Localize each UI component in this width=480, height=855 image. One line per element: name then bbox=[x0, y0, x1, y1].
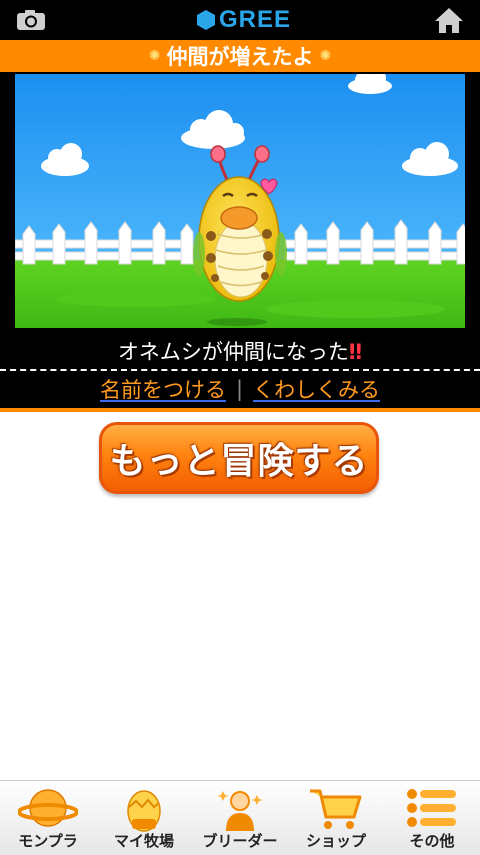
nav-item-other[interactable]: その他 bbox=[384, 781, 480, 855]
nav-item-my-ranch[interactable]: マイ牧場 bbox=[96, 781, 192, 855]
gree-logo-text: GREE bbox=[219, 6, 292, 33]
gree-logo: GREE bbox=[196, 6, 292, 33]
action-links: 名前をつける | くわしくみる bbox=[0, 372, 480, 406]
result-caption-text: オネムシが仲間になった bbox=[117, 340, 349, 364]
sparkle-icon: ✺ bbox=[319, 48, 332, 64]
nav-label-breeder: ブリーダー bbox=[202, 832, 278, 850]
nav-label-my-ranch: マイ牧場 bbox=[113, 832, 174, 850]
dashed-divider bbox=[0, 369, 480, 371]
nav-item-breeder[interactable]: ブリーダー bbox=[192, 781, 288, 855]
top-bar: GREE bbox=[0, 0, 480, 40]
breeder-icon bbox=[217, 791, 263, 831]
view-details-link[interactable]: くわしくみる bbox=[253, 374, 380, 404]
link-separator: | bbox=[236, 377, 244, 401]
orange-divider bbox=[0, 408, 480, 412]
bottom-nav: モンプラ マイ牧場 ブリーダー ショップ その他 bbox=[0, 780, 480, 855]
banner-title: 仲間が増えたよ bbox=[166, 45, 314, 69]
cart-icon bbox=[310, 789, 362, 829]
egg-icon bbox=[127, 790, 161, 832]
adventure-more-label: もっと冒険する bbox=[109, 441, 369, 482]
adventure-more-button[interactable]: もっと冒険する bbox=[99, 422, 379, 494]
nav-item-shop[interactable]: ショップ bbox=[288, 781, 384, 855]
result-caption: オネムシが仲間になった‼ bbox=[0, 336, 480, 368]
planet-icon bbox=[18, 789, 78, 827]
double-exclamation-icon: ‼ bbox=[348, 340, 363, 364]
monster-scene-image bbox=[15, 74, 465, 328]
gree-hexagon-icon bbox=[197, 10, 215, 30]
nav-item-monpla[interactable]: モンプラ bbox=[0, 781, 96, 855]
nav-label-shop: ショップ bbox=[305, 832, 366, 850]
home-icon[interactable] bbox=[434, 6, 464, 34]
camera-icon[interactable] bbox=[16, 9, 46, 31]
menu-list-icon bbox=[407, 789, 456, 827]
nav-label-monpla: モンプラ bbox=[18, 832, 78, 850]
nav-label-other: その他 bbox=[409, 832, 455, 850]
sparkle-icon: ✺ bbox=[148, 48, 161, 64]
name-monster-link[interactable]: 名前をつける bbox=[100, 374, 226, 404]
banner: ✺ 仲間が増えたよ ✺ bbox=[0, 40, 480, 72]
